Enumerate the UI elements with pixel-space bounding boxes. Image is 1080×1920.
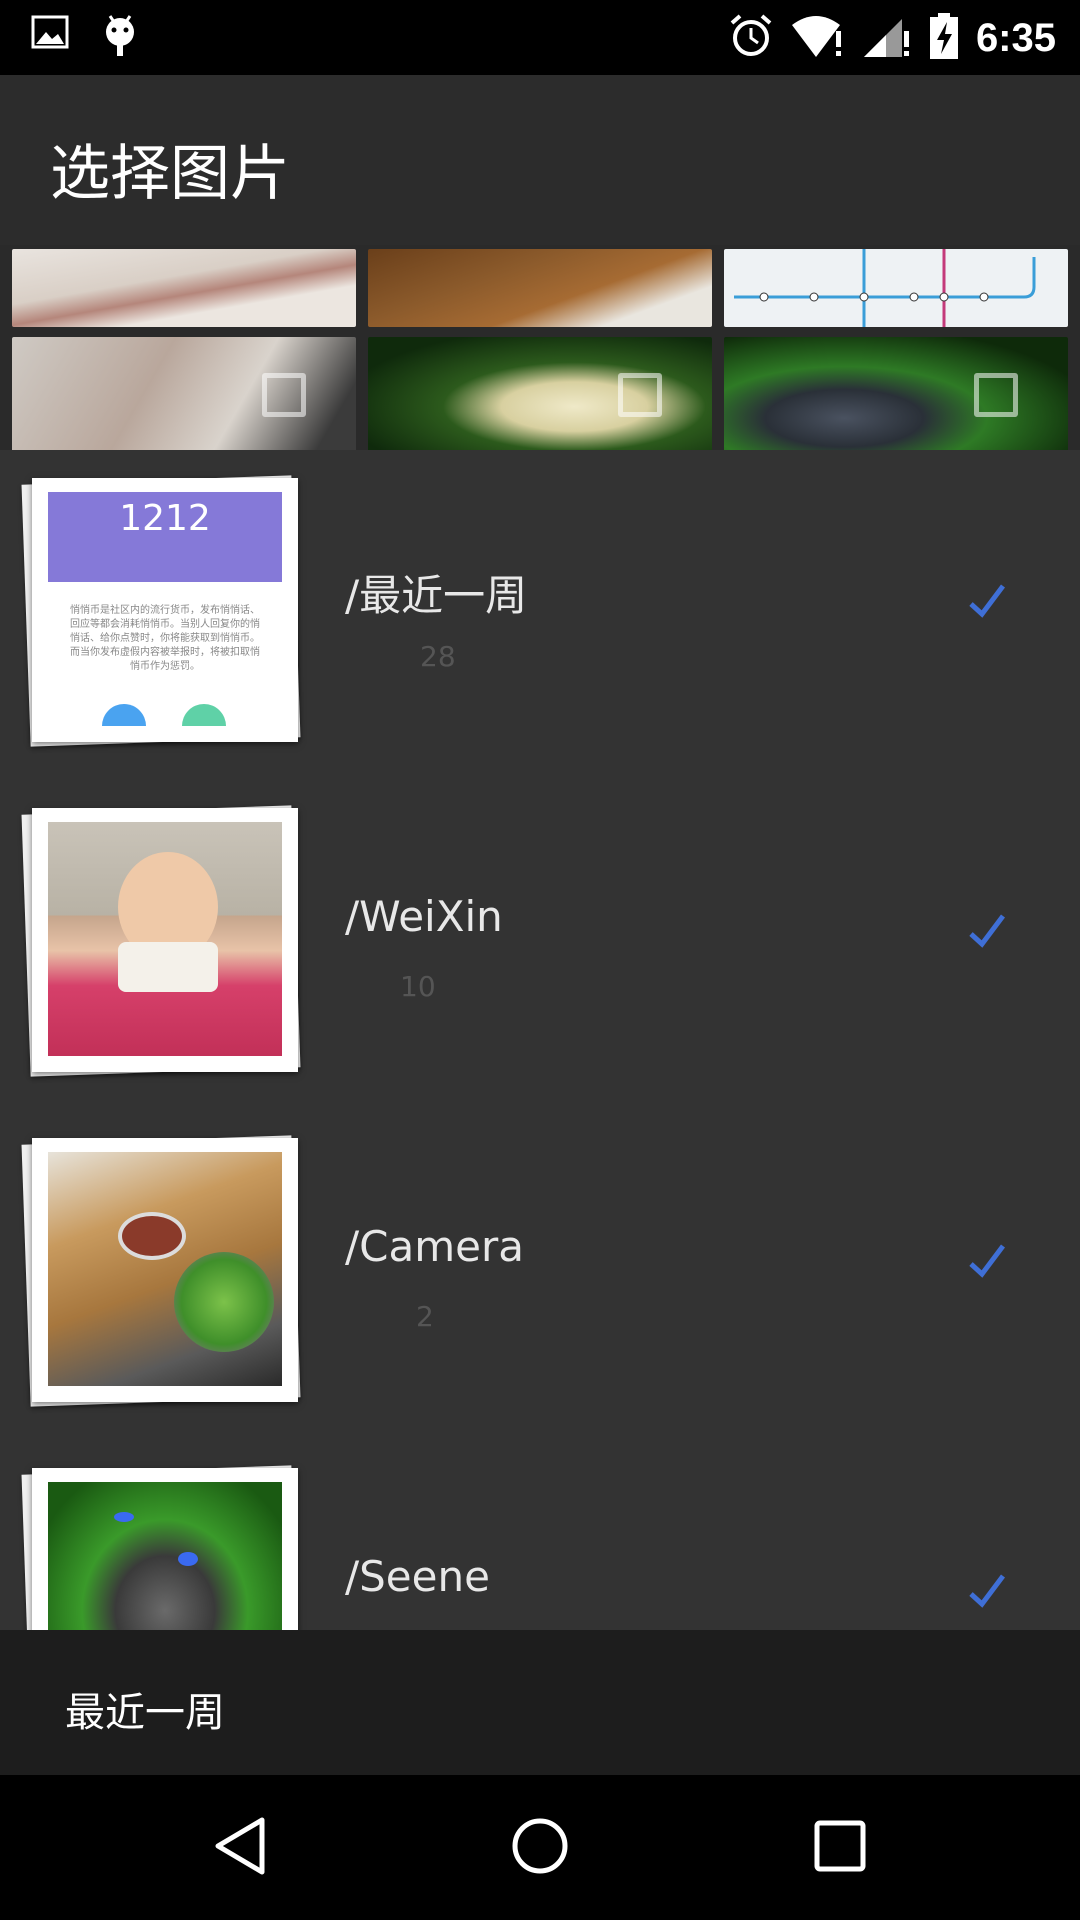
folder-name: /WeiXin bbox=[345, 892, 503, 941]
recents-button[interactable] bbox=[760, 1775, 920, 1920]
android-icon bbox=[100, 12, 140, 64]
folder-count: 2 bbox=[416, 1300, 434, 1333]
folder-cover bbox=[32, 1138, 298, 1402]
status-bar: 6:35 bbox=[0, 0, 1080, 75]
photo-thumbnail[interactable] bbox=[368, 249, 712, 327]
select-checkbox[interactable] bbox=[262, 373, 306, 417]
image-icon bbox=[30, 12, 70, 64]
folder-selector-bar[interactable]: 最近一周 bbox=[0, 1630, 1080, 1775]
navigation-bar bbox=[0, 1775, 1080, 1920]
recents-icon bbox=[812, 1818, 868, 1878]
cover-text: 悄悄币是社区内的流行货币，发布悄悄话、回应等都会消耗悄悄币。当别人回复你的悄悄话… bbox=[70, 605, 260, 672]
folder-item[interactable]: 1212 悄悄币是社区内的流行货币，发布悄悄话、回应等都会消耗悄悄币。当别人回复… bbox=[0, 450, 1080, 780]
folder-cover: 1212 悄悄币是社区内的流行货币，发布悄悄话、回应等都会消耗悄悄币。当别人回复… bbox=[32, 478, 298, 742]
app-bar: 选择图片 bbox=[0, 75, 1080, 245]
folder-name: /Camera bbox=[345, 1222, 524, 1271]
wifi-icon bbox=[790, 13, 846, 63]
folder-cover bbox=[32, 1468, 298, 1630]
page-title: 选择图片 bbox=[50, 139, 290, 209]
check-icon bbox=[965, 580, 1009, 628]
check-icon bbox=[965, 1240, 1009, 1288]
signal-icon bbox=[862, 13, 912, 63]
current-folder-label[interactable]: 最近一周 bbox=[65, 1680, 225, 1738]
cover-image bbox=[48, 1152, 282, 1386]
folder-count: 10 bbox=[400, 970, 436, 1003]
photo-thumbnail[interactable] bbox=[724, 249, 1068, 327]
check-icon bbox=[965, 1570, 1009, 1618]
folder-item[interactable]: /Camera 2 bbox=[0, 1110, 1080, 1440]
select-checkbox[interactable] bbox=[974, 373, 1018, 417]
back-icon bbox=[210, 1814, 270, 1882]
battery-charging-icon bbox=[928, 12, 960, 64]
folder-name: /最近一周 bbox=[345, 571, 528, 620]
home-icon bbox=[510, 1816, 570, 1880]
status-time: 6:35 bbox=[975, 15, 1056, 60]
folder-item[interactable]: /Seene bbox=[0, 1440, 1080, 1630]
photo-thumbnail[interactable] bbox=[368, 337, 712, 453]
cover-image bbox=[48, 822, 282, 1056]
photo-thumbnail[interactable] bbox=[12, 249, 356, 327]
folder-list: 1212 悄悄币是社区内的流行货币，发布悄悄话、回应等都会消耗悄悄币。当别人回复… bbox=[0, 450, 1080, 1630]
cover-banner-number: 1212 bbox=[119, 498, 211, 539]
folder-item[interactable]: /WeiXin 10 bbox=[0, 780, 1080, 1110]
check-icon bbox=[965, 910, 1009, 958]
photo-thumbnail[interactable] bbox=[724, 337, 1068, 453]
cover-circle-icon bbox=[102, 704, 146, 726]
cover-circle-icon bbox=[182, 704, 226, 726]
folder-cover bbox=[32, 808, 298, 1072]
home-button[interactable] bbox=[460, 1775, 620, 1920]
cover-image bbox=[48, 1482, 282, 1630]
folder-name: /Seene bbox=[345, 1552, 490, 1601]
back-button[interactable] bbox=[160, 1775, 320, 1920]
folder-count: 28 bbox=[420, 640, 456, 673]
select-checkbox[interactable] bbox=[618, 373, 662, 417]
cover-banner: 1212 bbox=[48, 492, 282, 582]
photo-thumbnail[interactable] bbox=[12, 337, 356, 453]
alarm-icon bbox=[728, 13, 774, 63]
cover-image: 1212 悄悄币是社区内的流行货币，发布悄悄话、回应等都会消耗悄悄币。当别人回复… bbox=[48, 492, 282, 726]
